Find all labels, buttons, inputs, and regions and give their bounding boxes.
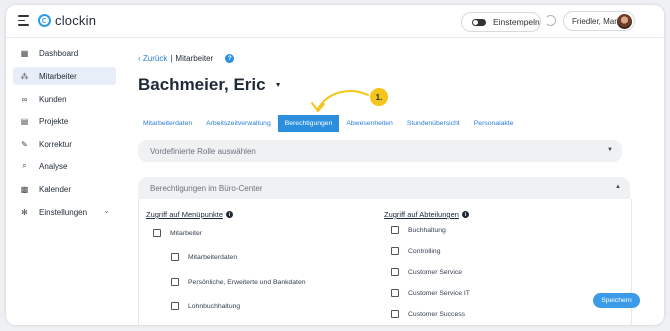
caret-down-icon: ▼ [607,147,613,153]
employee-name: Bachmeier, Eric [138,75,266,94]
checkbox-label: Lohnbuchhaltung [188,302,241,310]
tab-employee-data[interactable]: Mitarbeiterdaten [136,115,199,132]
clockin-logo-icon [38,14,51,27]
caret-down-icon: ▼ [274,81,282,89]
info-icon[interactable]: i [461,211,469,218]
checkbox-icon[interactable] [391,226,399,234]
back-label: Zurück [142,54,168,63]
main-content: ‹ Zurück | Mitarbeiter ? Bachmeier, Eric… [136,38,664,325]
sidebar-item-label: Einstellungen [39,207,88,217]
checkbox-label: Customer Success [408,310,466,318]
tab-bar: Mitarbeiterdaten Arbeitszeitverwaltung B… [136,115,520,132]
checkbox-icon[interactable] [153,229,161,237]
tab-absences[interactable]: Abwesenheiten [339,115,399,132]
checkbox-customer-success[interactable]: Customer Success [391,310,465,318]
app-window: clockin Einstempeln Friedler, Maria ▦ Da… [6,5,664,325]
sidebar-item-customers[interactable]: ∞ Kunden [13,90,116,108]
office-permissions-title: Berechtigungen im Büro-Center [150,183,263,193]
sidebar-item-settings[interactable]: ✻ Einstellungen ⌄ [13,203,116,221]
search-icon: ⌕ [22,161,27,170]
user-menu[interactable]: Friedler, Maria [563,11,635,31]
sidebar-item-dashboard[interactable]: ▦ Dashboard [13,44,116,62]
checkbox-personal-data[interactable]: Persönliche, Erweiterte und Bankdaten [171,278,306,286]
sidebar-item-correction[interactable]: ✎ Korrektur [13,135,116,153]
app-name: clockin [55,13,97,28]
sidebar-item-label: Kunden [39,94,67,104]
info-icon[interactable]: i [226,211,233,218]
tab-hours-overview[interactable]: Stundenübersicht [400,115,467,132]
checkbox-label: Persönliche, Erweiterte und Bankdaten [188,278,306,286]
tab-personnel-file[interactable]: Personalakte [467,115,521,132]
handshake-icon: ∞ [21,94,28,104]
gear-icon: ✻ [21,207,28,217]
checkbox-label: Buchhaltung [408,226,446,234]
page-title[interactable]: Bachmeier, Eric ▼ [138,75,282,95]
step-marker: 1. [370,88,388,106]
sidebar-item-analysis[interactable]: ⌕ Analyse [13,157,116,175]
menu-access-heading: Zugriff auf Menüpunkte i [146,210,233,219]
checkbox-label: Customer Service IT [408,289,470,297]
checkbox-employee-data[interactable]: Mitarbeiterdaten [171,253,237,261]
checkbox-icon[interactable] [171,302,179,310]
employees-icon: ⁂ [20,71,29,81]
correction-icon: ✎ [21,139,28,149]
checkbox-icon[interactable] [391,247,399,255]
dashboard-icon: ▦ [20,48,29,58]
department-access-heading-text: Zugriff auf Abteilungen [384,210,459,219]
avatar [617,14,632,29]
checkbox-icon[interactable] [171,278,179,286]
save-button[interactable]: Speichern [593,293,640,308]
checkbox-customer-service[interactable]: Customer Service [391,268,462,276]
help-icon[interactable]: ? [225,54,235,63]
projects-icon: ▤ [20,116,29,126]
breadcrumb: ‹ Zurück | Mitarbeiter ? [138,54,235,63]
user-name: Friedler, Maria [572,16,624,26]
breadcrumb-current: Mitarbeiter [175,54,214,63]
checkbox-customer-service-it[interactable]: Customer Service IT [391,289,470,297]
annotation-arrow-icon [311,90,369,112]
tab-working-time[interactable]: Arbeitszeitverwaltung [199,115,278,132]
tab-permissions[interactable]: Berechtigungen [277,115,340,132]
sidebar: ▦ Dashboard ⁂ Mitarbeiter ∞ Kunden ▤ Pro… [6,38,126,325]
sidebar-item-label: Kalender [39,184,72,194]
sidebar-item-calendar[interactable]: ▩ Kalender [13,180,116,198]
role-select-placeholder: Vordefinierte Rolle auswählen [150,146,256,156]
app-logo[interactable]: clockin [38,13,96,28]
checkbox-payroll[interactable]: Lohnbuchhaltung [171,302,240,310]
checkbox-label: Mitarbeiterdaten [188,253,238,261]
role-select[interactable]: Vordefinierte Rolle auswählen ▼ [138,140,622,162]
menu-collapse-icon[interactable] [18,15,29,26]
checkbox-icon[interactable] [171,253,179,261]
department-access-heading: Zugriff auf Abteilungen i [384,210,469,219]
sidebar-item-label: Projekte [39,116,69,126]
sidebar-item-projects[interactable]: ▤ Projekte [13,112,116,130]
checkbox-employees[interactable]: Mitarbeiter [153,229,202,237]
breadcrumb-separator: | [170,54,173,63]
caret-up-icon: ▲ [615,184,621,190]
sidebar-item-label: Korrektur [39,139,72,149]
menu-access-heading-text: Zugriff auf Menüpunkte [146,210,223,219]
checkbox-accounting[interactable]: Buchhaltung [391,226,446,234]
chevron-down-icon: ⌄ [103,206,110,215]
calendar-icon: ▩ [20,184,29,194]
sidebar-item-label: Mitarbeiter [39,71,77,81]
toggle-icon [472,18,486,26]
clock-in-label: Einstempeln [493,17,540,27]
sidebar-item-label: Dashboard [39,48,79,58]
checkbox-icon[interactable] [391,289,399,297]
history-icon[interactable] [545,15,556,26]
checkbox-icon[interactable] [391,268,399,276]
back-link[interactable]: ‹ Zurück [138,54,167,63]
checkbox-icon[interactable] [391,310,399,318]
clock-in-toggle[interactable]: Einstempeln [461,12,541,32]
sidebar-item-employees[interactable]: ⁂ Mitarbeiter [13,67,116,85]
office-permissions-header[interactable]: Berechtigungen im Büro-Center ▲ [138,177,630,199]
checkbox-controlling[interactable]: Controlling [391,247,441,255]
sidebar-item-label: Analyse [39,161,68,171]
checkbox-label: Controlling [408,247,441,255]
top-bar: clockin Einstempeln Friedler, Maria [6,5,664,38]
checkbox-label: Mitarbeiter [170,229,203,237]
checkbox-label: Customer Service [408,268,463,276]
